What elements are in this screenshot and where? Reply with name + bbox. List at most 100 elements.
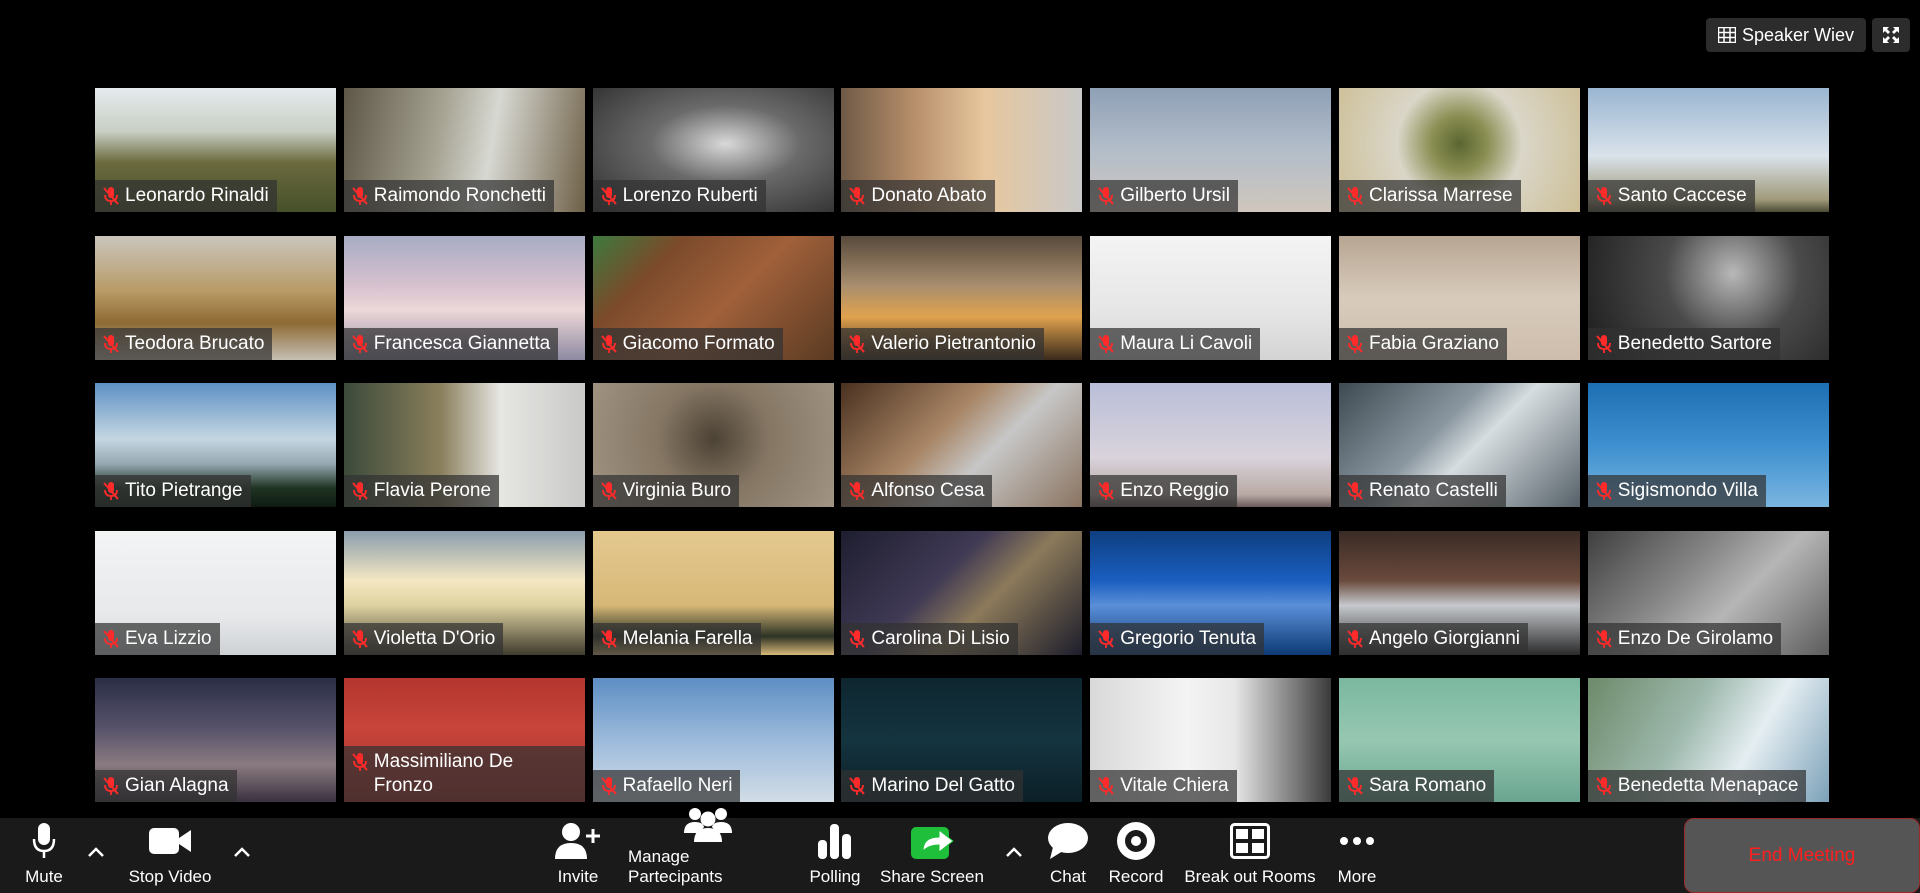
audio-options-caret[interactable] — [84, 840, 108, 864]
participant-tile[interactable]: Sigismondo Villa — [1587, 383, 1829, 507]
share-screen-icon — [911, 827, 954, 859]
participant-name: Francesca Giannetta — [373, 332, 551, 354]
mic-off-icon — [600, 334, 617, 353]
mic-off-icon — [352, 334, 368, 353]
participant-name-tag: Teodora Brucato — [95, 327, 273, 360]
participant-name: Flavia Perone — [373, 480, 492, 501]
manage-participants-button[interactable]: Manage Partecipants — [628, 808, 788, 893]
breakout-rooms-button[interactable]: Break out Rooms — [1184, 818, 1316, 893]
participant-tile[interactable]: Valerio Pietrantonio — [841, 235, 1083, 360]
participant-tile[interactable]: Renato Castelli — [1338, 383, 1580, 507]
polling-button[interactable]: Polling — [808, 818, 862, 893]
participant-tile[interactable]: Carolina Di Lisio — [841, 530, 1083, 655]
participant-name: Sara Romano — [1368, 775, 1487, 796]
participant-tile[interactable]: Francesca Giannetta — [343, 235, 585, 360]
participant-name: Renato Castelli — [1368, 480, 1498, 501]
participant-name: Raimondo Ronchetti — [373, 185, 546, 206]
share-options-caret[interactable] — [1002, 840, 1026, 864]
view-controls: Speaker Wiev — [1705, 18, 1910, 52]
participant-name-tag: Francesca Giannetta — [343, 327, 559, 360]
participant-tile[interactable]: Santo Caccese — [1587, 88, 1829, 212]
participant-name: Donato Abato — [871, 185, 987, 206]
participant-tile[interactable]: Lorenzo Ruberti — [592, 88, 834, 212]
mic-off-icon — [352, 629, 368, 648]
participant-tile[interactable]: Tito Pietrange — [95, 383, 336, 507]
participant-name-tag: Virginia Buro — [592, 475, 740, 507]
participant-name-tag: Clarissa Marrese — [1338, 180, 1521, 212]
record-button[interactable]: Record — [1106, 818, 1166, 893]
breakout-rooms-label: Break out Rooms — [1184, 867, 1316, 886]
participant-tile[interactable]: Fabia Graziano — [1338, 235, 1580, 360]
participant-tile[interactable]: Marino Del Gatto — [841, 678, 1083, 802]
participant-tile[interactable]: Clarissa Marrese — [1338, 88, 1580, 212]
participant-tile[interactable]: Donato Abato — [841, 88, 1083, 212]
mic-off-icon — [849, 482, 866, 500]
participant-tile[interactable]: Benedetto Sartore — [1587, 235, 1829, 360]
participant-tile[interactable]: Rafaello Neri — [592, 678, 834, 802]
participant-tile[interactable]: Violetta D'Orio — [343, 530, 585, 655]
participant-tile[interactable]: Vitale Chiera — [1090, 678, 1332, 802]
invite-label: Invite — [557, 867, 599, 886]
participant-name: Gregorio Tenuta — [1120, 627, 1257, 649]
participant-name-tag: Gregorio Tenuta — [1090, 622, 1265, 655]
fullscreen-button[interactable] — [1872, 18, 1910, 52]
mic-off-icon — [849, 777, 866, 795]
chat-bubble-icon — [1048, 823, 1088, 859]
participant-name-tag: Fabia Graziano — [1338, 327, 1507, 360]
participant-tile[interactable]: Enzo Reggio — [1090, 383, 1332, 507]
mic-off-icon — [1098, 334, 1114, 353]
mic-off-icon — [103, 777, 119, 795]
stop-video-button[interactable]: Stop Video — [122, 818, 218, 893]
participant-name-tag: Benedetto Sartore — [1587, 327, 1780, 360]
participant-name: Virginia Buro — [622, 480, 732, 501]
grid-icon — [1717, 27, 1736, 43]
participant-name-tag: Flavia Perone — [343, 475, 500, 507]
participant-name: Melania Farella — [622, 627, 753, 649]
mic-off-icon — [352, 482, 368, 500]
microphone-icon — [32, 823, 56, 858]
video-options-caret[interactable] — [230, 840, 254, 864]
chat-button[interactable]: Chat — [1044, 818, 1092, 893]
participant-tile[interactable]: Alfonso Cesa — [841, 383, 1083, 507]
mic-off-icon — [1098, 482, 1114, 500]
participant-tile[interactable]: Benedetta Menapace — [1587, 678, 1829, 802]
speaker-view-button[interactable]: Speaker Wiev — [1705, 18, 1866, 52]
participant-tile[interactable]: Enzo De Girolamo — [1587, 530, 1829, 655]
participant-name-tag: Alfonso Cesa — [841, 475, 993, 507]
participant-tile[interactable]: Raimondo Ronchetti — [343, 88, 585, 212]
mic-off-icon — [1596, 629, 1612, 648]
participant-name: Benedetto Sartore — [1617, 332, 1772, 354]
participant-name: Angelo Giorgianni — [1368, 627, 1521, 649]
mic-off-icon — [600, 482, 617, 500]
mute-button[interactable]: Mute — [14, 818, 74, 893]
mic-off-icon — [1347, 334, 1363, 353]
participant-name: Leonardo Rinaldi — [125, 185, 269, 206]
participant-tile[interactable]: Eva Lizzio — [95, 530, 336, 655]
participant-name: Marino Del Gatto — [871, 775, 1016, 796]
participant-tile[interactable]: Gilberto Ursil — [1090, 88, 1332, 212]
participant-tile[interactable]: Virginia Buro — [592, 383, 834, 507]
participant-tile[interactable]: Gian Alagna — [95, 678, 336, 802]
participant-name-tag: Maura Li Cavoli — [1090, 327, 1261, 360]
mic-off-icon — [1347, 629, 1363, 648]
participant-name-tag: Sigismondo Villa — [1587, 475, 1766, 507]
participant-name-tag: Enzo De Girolamo — [1587, 622, 1782, 655]
participant-tile[interactable]: Angelo Giorgianni — [1338, 530, 1580, 655]
participant-tile[interactable]: Gregorio Tenuta — [1090, 530, 1332, 655]
participant-tile[interactable]: Maura Li Cavoli — [1090, 235, 1332, 360]
participant-tile[interactable]: Giacomo Formato — [592, 235, 834, 360]
invite-button[interactable]: Invite — [550, 818, 606, 893]
participant-tile[interactable]: Leonardo Rinaldi — [95, 88, 336, 212]
participant-name-tag: Renato Castelli — [1338, 475, 1506, 507]
participant-tile[interactable]: Flavia Perone — [343, 383, 585, 507]
participant-tile[interactable]: Teodora Brucato — [95, 235, 336, 360]
share-screen-button[interactable]: Share Screen — [880, 818, 984, 893]
participant-tile[interactable]: Melania Farella — [592, 530, 834, 655]
participant-tile[interactable]: Sara Romano — [1338, 678, 1580, 802]
participants-icon — [684, 808, 732, 842]
more-button[interactable]: More — [1332, 818, 1382, 893]
participant-name: Benedetta Menapace — [1617, 775, 1799, 796]
participant-name-tag: Eva Lizzio — [95, 622, 220, 655]
participant-tile[interactable]: Massimiliano De Fronzo — [343, 678, 585, 802]
end-meeting-button[interactable]: End Meeting — [1684, 818, 1920, 893]
